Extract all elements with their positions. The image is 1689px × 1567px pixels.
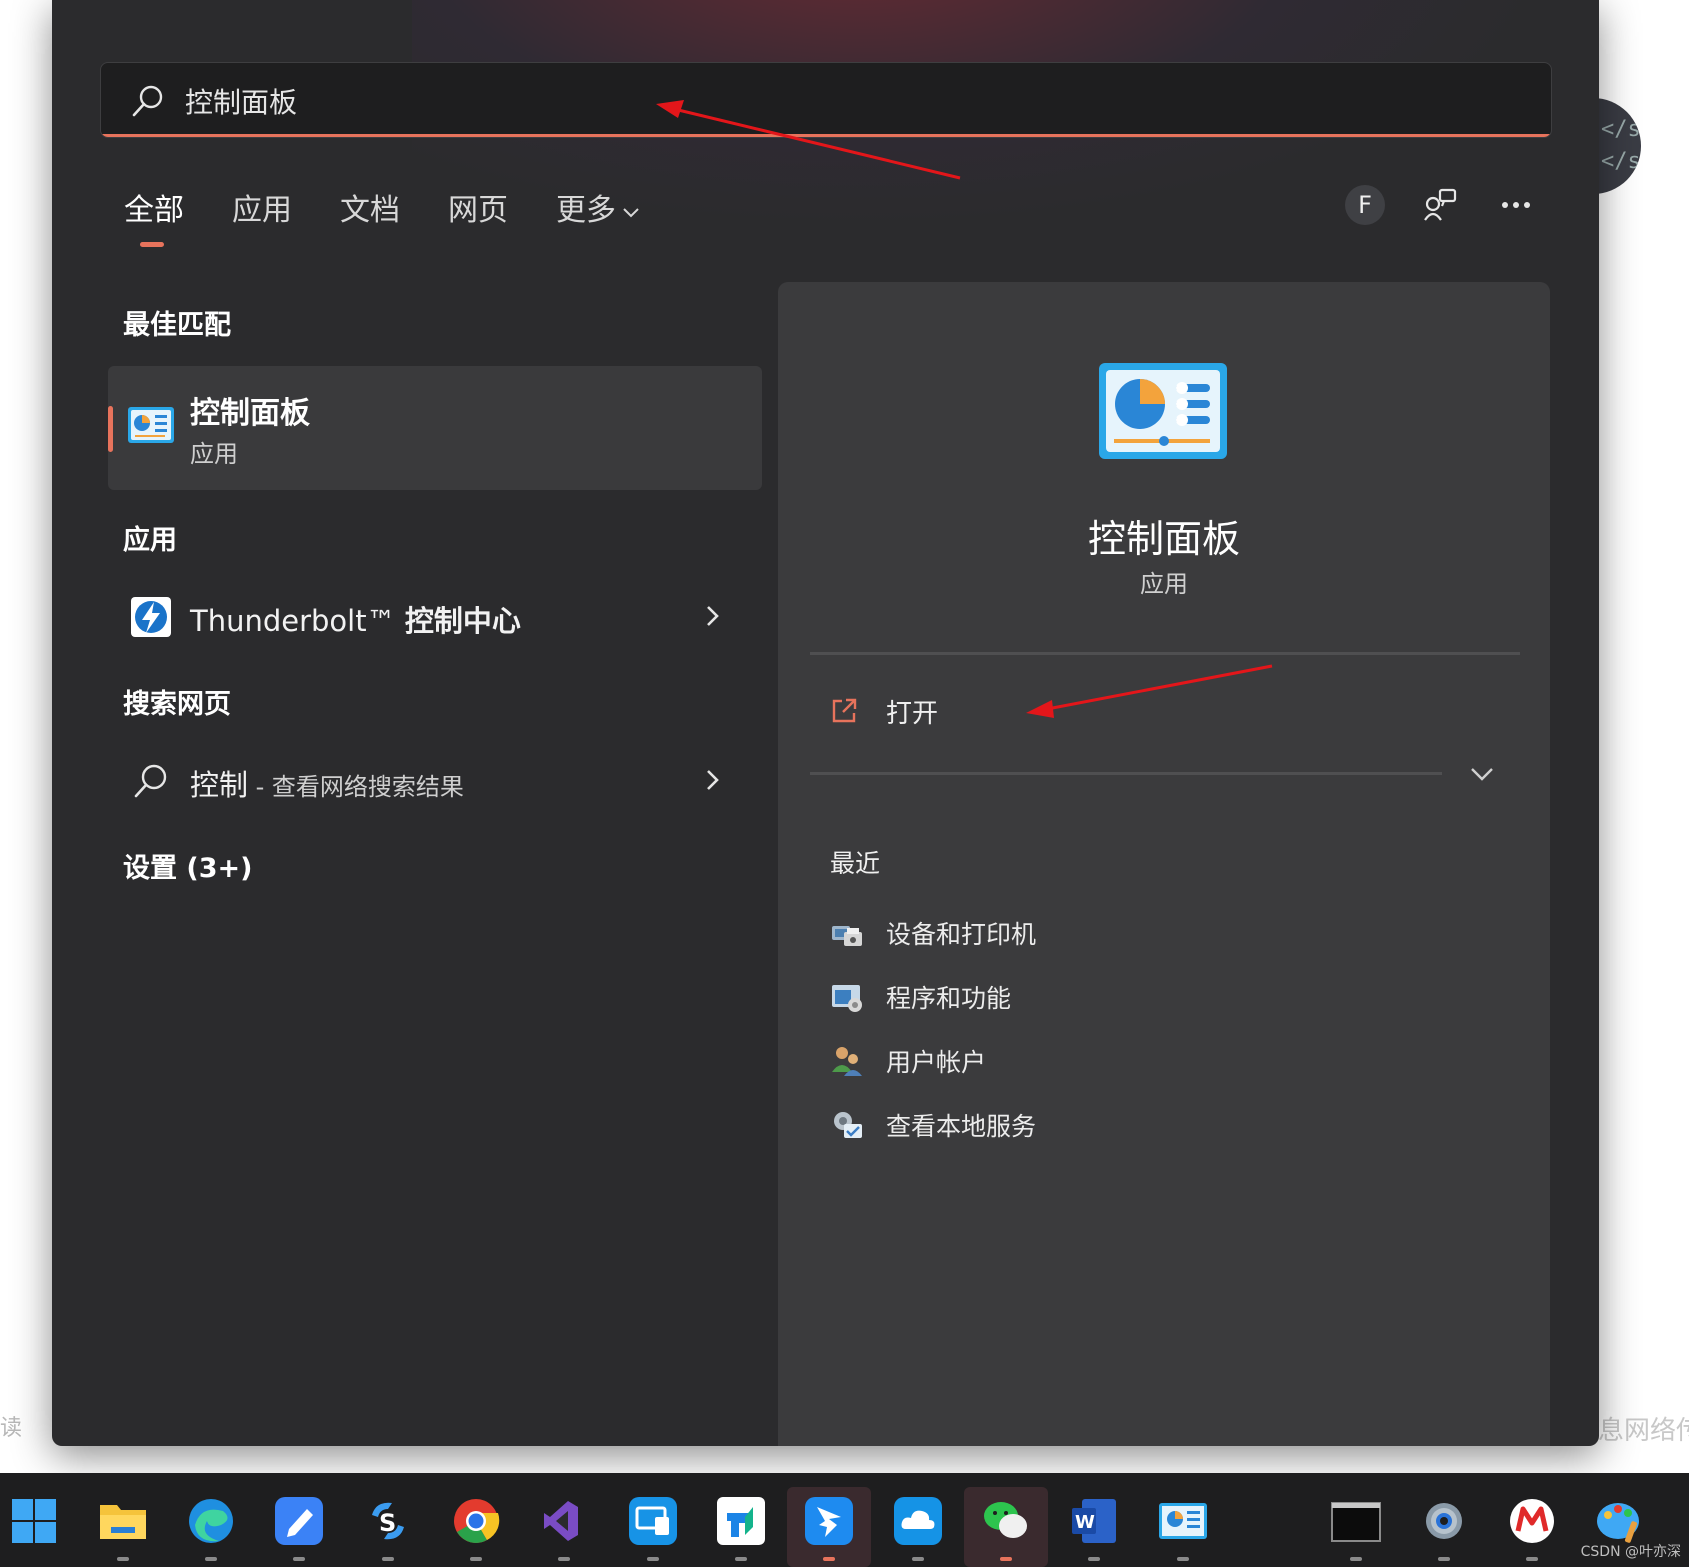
wechat-icon[interactable] bbox=[964, 1487, 1048, 1567]
background-disk-line: </s bbox=[1601, 149, 1641, 174]
tab-all[interactable]: 全部 bbox=[124, 185, 184, 247]
teamviewer-icon[interactable] bbox=[715, 1495, 767, 1561]
best-match-heading: 最佳匹配 bbox=[123, 310, 231, 341]
open-label: 打开 bbox=[886, 698, 939, 729]
local-services-icon bbox=[834, 1112, 862, 1138]
tab-web[interactable]: 网页 bbox=[448, 185, 508, 245]
recent-item-label: 用户帐户 bbox=[886, 1048, 987, 1077]
search-input[interactable] bbox=[183, 73, 1487, 129]
recent-item-label: 查看本地服务 bbox=[886, 1112, 1037, 1141]
file-explorer-icon[interactable] bbox=[97, 1495, 149, 1561]
open-external-icon bbox=[832, 698, 857, 723]
chevron-right-icon bbox=[707, 770, 719, 790]
web-query-suffix: - 查看网络搜索结果 bbox=[248, 773, 464, 801]
web-result-item[interactable]: 控制 - 查看网络搜索结果 bbox=[108, 746, 762, 816]
recent-heading: 最近 bbox=[830, 849, 881, 878]
best-match-type: 应用 bbox=[190, 440, 238, 468]
tab-label: 全部 bbox=[124, 193, 184, 228]
search-icon bbox=[134, 764, 167, 798]
recent-item-label: 设备和打印机 bbox=[886, 920, 1037, 949]
windows-start-icon[interactable] bbox=[8, 1495, 60, 1547]
filter-tabs: 全部 应用 文档 网页 更多 bbox=[124, 185, 688, 247]
sync-app-icon[interactable]: S bbox=[362, 1495, 414, 1561]
edge-icon[interactable] bbox=[185, 1495, 237, 1561]
watermark: CSDN @叶亦深 bbox=[1580, 1544, 1681, 1560]
app-name-prefix: Thunderbolt™ bbox=[190, 604, 405, 638]
top-actions: F bbox=[1345, 184, 1537, 226]
control-panel-icon bbox=[1099, 363, 1227, 459]
svg-text:S: S bbox=[379, 1509, 396, 1537]
thunderbolt-icon bbox=[131, 597, 171, 637]
share-feedback-icon[interactable] bbox=[1419, 184, 1461, 226]
chevron-right-icon bbox=[707, 606, 719, 626]
chrome-icon[interactable] bbox=[450, 1495, 502, 1561]
taskbar: S W CSDN @叶亦深 bbox=[0, 1473, 1689, 1567]
remote-desktop-icon[interactable] bbox=[627, 1495, 679, 1561]
tab-label: 文档 bbox=[340, 193, 400, 228]
app-name-match: 控制中心 bbox=[404, 604, 521, 638]
control-panel-icon bbox=[128, 407, 174, 443]
web-result-label: 控制 - 查看网络搜索结果 bbox=[190, 762, 464, 804]
devices-printers-icon bbox=[832, 926, 862, 946]
preview-name: 控制面板 bbox=[1087, 517, 1240, 561]
cloud-app-icon[interactable] bbox=[892, 1495, 944, 1561]
chevron-down-icon bbox=[623, 207, 639, 217]
visual-studio-icon[interactable] bbox=[538, 1495, 590, 1561]
search-box[interactable] bbox=[100, 62, 1552, 138]
recent-item-user-accounts[interactable]: 用户帐户 bbox=[830, 1039, 986, 1083]
svg-text:W: W bbox=[1075, 1512, 1095, 1533]
tab-apps[interactable]: 应用 bbox=[232, 185, 292, 245]
best-match-name: 控制面板 bbox=[190, 396, 310, 431]
settings-heading[interactable]: 设置 (3+) bbox=[123, 846, 253, 885]
paint-icon[interactable] bbox=[1594, 1495, 1646, 1547]
terminal-icon[interactable] bbox=[1330, 1495, 1382, 1561]
tab-label: 网页 bbox=[448, 193, 508, 228]
recent-item-local-services[interactable]: 查看本地服务 bbox=[830, 1103, 1036, 1147]
account-avatar[interactable]: F bbox=[1345, 185, 1385, 225]
preview-pane: 控制面板 应用 打开 最近 设备和打印机 程序和功能 用户帐户 查看本地服务 bbox=[778, 282, 1550, 1446]
tab-label: 更多 bbox=[556, 193, 616, 228]
search-panel: 全部 应用 文档 网页 更多 F 最佳匹配 bbox=[52, 0, 1599, 1446]
search-icon bbox=[132, 85, 163, 117]
background-disk-line: </s bbox=[1601, 117, 1641, 142]
more-icon[interactable] bbox=[1495, 184, 1537, 226]
best-match-item[interactable]: 控制面板 应用 bbox=[108, 366, 762, 490]
control-panel-icon[interactable] bbox=[1157, 1495, 1209, 1561]
preview-type: 应用 bbox=[1140, 570, 1188, 598]
web-query: 控制 bbox=[190, 768, 249, 802]
recent-item-devices-printers[interactable]: 设备和打印机 bbox=[830, 911, 1036, 955]
divider bbox=[810, 772, 1442, 775]
background-right-text: 息网络传 bbox=[1598, 1416, 1689, 1446]
m-app-icon[interactable] bbox=[1506, 1495, 1558, 1561]
web-search-heading: 搜索网页 bbox=[123, 689, 231, 720]
app-result-label: Thunderbolt™ 控制中心 bbox=[190, 598, 521, 640]
chevron-down-icon[interactable] bbox=[1468, 760, 1496, 788]
recent-item-programs-features[interactable]: 程序和功能 bbox=[830, 975, 1011, 1019]
recent-item-label: 程序和功能 bbox=[886, 984, 1012, 1013]
apps-heading: 应用 bbox=[123, 525, 177, 556]
selection-accent bbox=[108, 406, 113, 452]
tab-more[interactable]: 更多 bbox=[556, 185, 640, 245]
programs-features-icon bbox=[832, 985, 862, 1012]
open-action[interactable]: 打开 bbox=[830, 686, 938, 736]
word-icon[interactable]: W bbox=[1068, 1495, 1120, 1561]
settings-icon[interactable] bbox=[1418, 1495, 1470, 1561]
app-result-thunderbolt[interactable]: Thunderbolt™ 控制中心 bbox=[108, 582, 762, 652]
background-left-text: 读 bbox=[0, 1416, 23, 1441]
tab-label: 应用 bbox=[232, 193, 292, 228]
user-accounts-icon bbox=[832, 1047, 862, 1076]
divider bbox=[810, 652, 1520, 655]
tab-documents[interactable]: 文档 bbox=[340, 185, 400, 245]
dingtalk-icon[interactable] bbox=[787, 1487, 871, 1567]
pen-app-icon[interactable] bbox=[273, 1495, 325, 1561]
